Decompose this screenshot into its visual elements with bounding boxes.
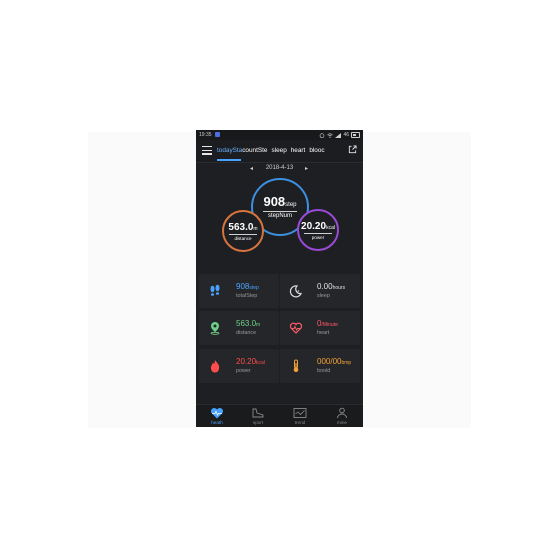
sleep-unit: hours — [332, 285, 346, 291]
background-panel-left — [88, 132, 196, 428]
bottom-nav: heath sport trend mine — [196, 404, 363, 427]
totalstep-unit: step — [249, 285, 259, 291]
app-notification-icon — [215, 132, 220, 137]
power-circle: 20.20kcal power — [297, 209, 339, 251]
stat-card-power[interactable]: 20.20kcal power — [199, 349, 279, 383]
stat-card-blood[interactable]: 000/00bmp boold — [280, 349, 360, 383]
menu-icon[interactable] — [202, 146, 212, 155]
tab-bar: todaySta countSte sleep heart blooc — [217, 147, 329, 154]
heart-unit: /Minute — [321, 322, 338, 328]
trend-icon — [293, 408, 307, 418]
steps-unit: step — [285, 202, 297, 208]
location-pin-icon — [210, 322, 220, 335]
status-icons: 46 — [319, 132, 360, 138]
totalstep-value: 908 — [236, 282, 250, 291]
tab-sleep[interactable]: sleep — [271, 147, 286, 154]
distance-label: distance — [229, 234, 257, 241]
current-date: 2018-4-13 — [265, 165, 294, 171]
heart-pulse-icon — [210, 407, 224, 419]
totalstep-label: totalStep — [236, 293, 258, 299]
steps-label: stepNum — [263, 211, 297, 219]
steps-value: 908 — [263, 194, 286, 209]
signal-icon — [335, 132, 342, 138]
sleep-label: sleep — [317, 293, 330, 299]
stat-card-distance[interactable]: 563.0m distance — [199, 311, 279, 345]
wifi-icon — [327, 132, 334, 138]
active-tab-indicator — [217, 159, 241, 161]
power-stat-value: 20.20 — [236, 357, 257, 366]
previous-day-button[interactable]: ◂ — [250, 165, 253, 172]
nav-heath-label: heath — [211, 420, 223, 425]
share-icon[interactable] — [348, 145, 357, 154]
distance-unit: m — [253, 226, 258, 232]
nav-mine-label: mine — [337, 420, 347, 425]
power-label: power — [304, 233, 332, 240]
blood-label: boold — [317, 368, 331, 374]
top-nav: todaySta countSte sleep heart blooc — [196, 140, 363, 163]
battery-icon — [351, 132, 360, 138]
distance-stat-value: 563.0 — [236, 319, 257, 328]
distance-stat-label: distance — [236, 330, 257, 336]
blood-value: 000/00 — [317, 357, 342, 366]
moon-icon: z — [289, 285, 302, 298]
status-time: 19:35 — [199, 132, 212, 138]
status-bar: 19:35 46 — [196, 130, 363, 140]
nav-trend-label: trend — [294, 420, 306, 425]
nav-mine[interactable]: mine — [327, 407, 357, 425]
tab-heart[interactable]: heart — [291, 147, 306, 154]
stat-card-heart[interactable]: 0/Minute heart — [280, 311, 360, 345]
svg-text:z: z — [298, 288, 300, 293]
shoe-icon — [252, 408, 264, 418]
tab-blooc[interactable]: blooc — [309, 147, 324, 154]
phone-screen: 19:35 46 todaySta countSte sleep heart b… — [196, 130, 363, 427]
power-stat-label: power — [236, 368, 251, 374]
distance-stat-unit: m — [256, 322, 261, 328]
person-icon — [337, 407, 347, 419]
stat-card-sleep[interactable]: z 0.00hours sleep — [280, 274, 360, 308]
footsteps-icon — [210, 284, 220, 296]
flame-icon — [210, 360, 220, 373]
date-selector: ◂ 2018-4-13 ▸ — [196, 165, 363, 175]
next-day-button[interactable]: ▸ — [305, 165, 308, 172]
status-right-text: 46 — [343, 132, 349, 138]
sleep-value: 0.00 — [317, 282, 333, 291]
stat-card-totalstep[interactable]: 908step totalStep — [199, 274, 279, 308]
heart-label: heart — [317, 330, 330, 336]
alarm-icon — [320, 132, 325, 138]
distance-circle: 563.0m distance — [222, 210, 264, 252]
nav-trend[interactable]: trend — [285, 407, 315, 425]
power-unit: kcal — [326, 225, 335, 231]
nav-heath[interactable]: heath — [202, 407, 232, 425]
tab-countste[interactable]: countSte — [242, 147, 267, 154]
thermometer-icon — [293, 359, 299, 373]
tab-todaysta[interactable]: todaySta — [217, 147, 242, 154]
distance-value: 563.0 — [228, 222, 254, 233]
power-value: 20.20 — [301, 221, 327, 232]
nav-sport[interactable]: sport — [243, 407, 273, 425]
nav-sport-label: sport — [252, 420, 264, 425]
heartbeat-icon — [289, 322, 303, 334]
blood-unit: bmp — [341, 360, 352, 366]
background-panel-right — [363, 132, 471, 428]
power-stat-unit: kcal — [256, 360, 265, 366]
